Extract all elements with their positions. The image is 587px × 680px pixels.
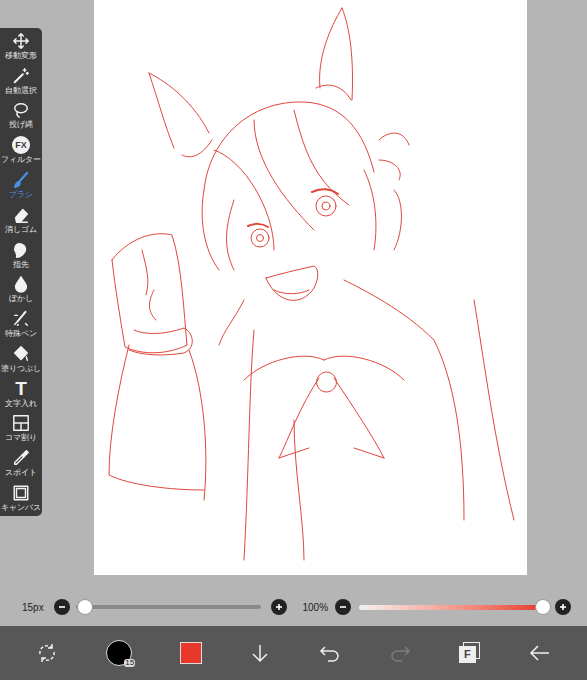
tool-button[interactable]: 自動選択 (0, 64, 42, 99)
tool-button[interactable]: ブラシ (0, 168, 42, 203)
tool-label: 自動選択 (5, 86, 37, 96)
tool-label: 指先 (13, 260, 29, 270)
tool-button[interactable]: スポイト (0, 446, 42, 481)
tool-icon (12, 449, 30, 467)
tool-button[interactable]: 塗りつぶし (0, 342, 42, 377)
tool-button[interactable]: 消しゴム (0, 203, 42, 238)
tool-icon (12, 32, 30, 50)
opacity-reading: 100% (303, 600, 335, 615)
tool-icon: T (12, 380, 30, 398)
tool-icon (12, 171, 30, 189)
sketch-drawing (94, 0, 527, 575)
tool-icon (12, 310, 30, 328)
slider-thumb[interactable] (77, 599, 93, 615)
plus-icon (558, 602, 568, 612)
tool-label: コマ割り (5, 433, 37, 443)
opacity-minus-button[interactable] (335, 599, 351, 615)
slider-thumb[interactable] (535, 599, 551, 615)
canvas[interactable] (94, 0, 527, 575)
tool-icon (12, 101, 30, 119)
redo-icon (389, 643, 411, 663)
tool-icon (12, 414, 30, 432)
tool-label: 特殊ペン (5, 329, 37, 339)
brush-size-slider[interactable] (76, 599, 261, 615)
tool-button[interactable]: 投げ縄 (0, 99, 42, 134)
tool-button[interactable]: 移動変形 (0, 29, 42, 64)
tool-label: 移動変形 (5, 51, 37, 61)
tool-button[interactable]: FXフィルター (0, 133, 42, 168)
tool-icon (12, 275, 30, 293)
tool-button[interactable]: コマ割り (0, 412, 42, 447)
slider-bar: 15px 100% (0, 588, 587, 626)
tool-label: ぼかし (9, 294, 33, 304)
tool-label: スポイト (5, 468, 37, 478)
tool-button[interactable]: ぼかし (0, 272, 42, 307)
back-arrow-icon[interactable] (529, 643, 551, 663)
brush-button[interactable]: 15 (106, 640, 132, 666)
bottom-toolbar: 15 F (0, 626, 587, 680)
app: 移動変形自動選択投げ縄 FXフィルターブラシ消しゴム指先ぼかし特殊ペン塗りつぶし T… (0, 0, 587, 680)
tool-icon (12, 241, 30, 259)
tool-button[interactable]: キャンバス (0, 481, 42, 516)
tool-icon (12, 206, 30, 224)
slider-track (359, 605, 544, 610)
tool-panel: 移動変形自動選択投げ縄 FXフィルターブラシ消しゴム指先ぼかし特殊ペン塗りつぶし T… (0, 28, 42, 516)
tool-button[interactable]: 特殊ペン (0, 307, 42, 342)
tool-label: 塗りつぶし (1, 364, 41, 374)
layers-button[interactable]: F (459, 642, 481, 664)
tool-icon (12, 67, 30, 85)
tool-label: 投げ縄 (9, 120, 33, 130)
tool-icon: FX (12, 136, 30, 154)
minus-icon (57, 602, 67, 612)
workspace: 移動変形自動選択投げ縄 FXフィルターブラシ消しゴム指先ぼかし特殊ペン塗りつぶし T… (0, 0, 587, 588)
minus-icon (338, 602, 348, 612)
tool-label: ブラシ (9, 190, 33, 200)
size-plus-button[interactable] (271, 599, 287, 615)
tool-label: 消しゴム (5, 225, 37, 235)
color-swatch[interactable] (180, 642, 202, 664)
brush-size-badge: 15 (124, 659, 135, 667)
brush-size-reading: 15px (22, 600, 54, 615)
plus-icon (274, 602, 284, 612)
opacity-plus-button[interactable] (555, 599, 571, 615)
transform-icon[interactable] (36, 642, 58, 664)
size-minus-button[interactable] (54, 599, 70, 615)
down-arrow-icon[interactable] (250, 643, 270, 663)
tool-icon (12, 345, 30, 363)
tool-button[interactable]: 指先 (0, 238, 42, 273)
tool-button[interactable]: T文字入れ (0, 377, 42, 412)
tool-label: フィルター (1, 155, 41, 165)
slider-track (76, 605, 261, 609)
tool-label: キャンバス (1, 503, 41, 513)
tool-icon (12, 484, 30, 502)
undo-icon[interactable] (319, 643, 341, 663)
tool-label: 文字入れ (5, 399, 37, 409)
opacity-slider[interactable] (359, 599, 544, 615)
